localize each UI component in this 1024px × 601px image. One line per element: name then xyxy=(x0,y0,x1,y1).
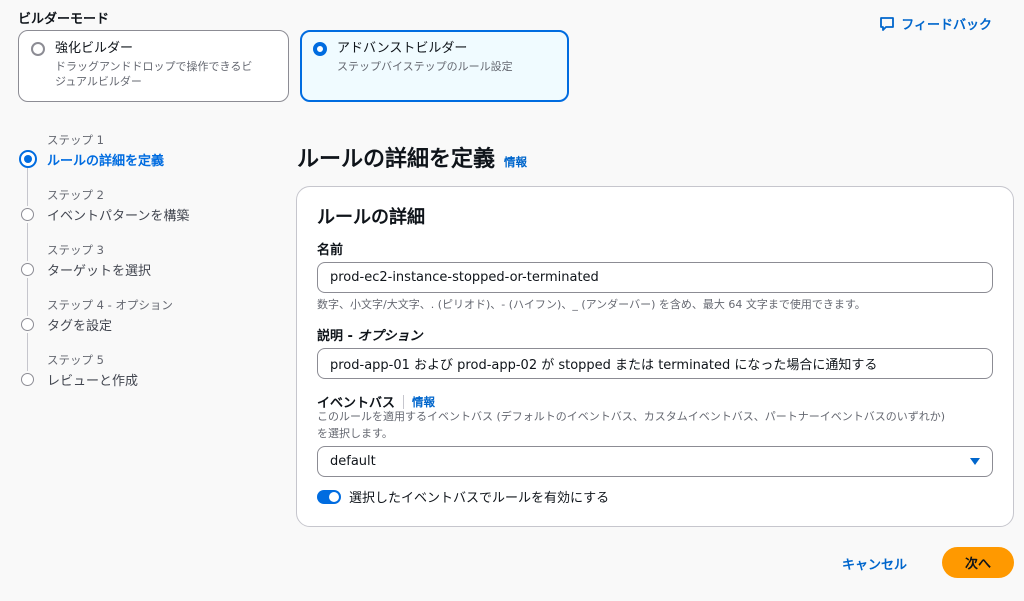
rule-details-panel: ルールの詳細 名前 prod-ec2-instance-stopped-or-t… xyxy=(296,186,1014,527)
enable-rule-label: 選択したイベントバスでルールを有効にする xyxy=(349,491,610,506)
page-title: ルールの詳細を定義 xyxy=(297,147,496,172)
step-label: ステップ 4 - オプション xyxy=(47,298,173,312)
description-input[interactable]: prod-app-01 および prod-app-02 が stopped また… xyxy=(317,348,993,379)
caret-down-icon xyxy=(970,458,980,465)
name-hint: 数字、小文字/大文字、. (ピリオド)、- (ハイフン)、_ (アンダーバー) … xyxy=(317,298,866,311)
page-header: ルールの詳細を定義 情報 xyxy=(297,141,527,173)
step-label: ステップ 5 xyxy=(47,353,104,367)
step-label: ステップ 2 xyxy=(47,188,104,202)
mode-option-desc-line2: ジュアルビルダー xyxy=(55,75,142,88)
radio-advanced-builder[interactable] xyxy=(313,42,327,56)
description-label: 説明 - オプション xyxy=(317,325,422,344)
enable-rule-row: 選択したイベントバスでルールを有効にする xyxy=(317,487,609,506)
name-input-value: prod-ec2-instance-stopped-or-terminated xyxy=(330,270,599,285)
feedback-icon xyxy=(880,16,895,31)
event-bus-hint-line1: このルールを適用するイベントバス (デフォルトのイベントバス、カスタムイベントバ… xyxy=(317,410,946,423)
step-name: ターゲットを選択 xyxy=(47,264,152,279)
step-pending-icon xyxy=(21,318,34,331)
mode-option-advanced-builder[interactable]: アドバンストビルダー ステップバイステップのルール設定 xyxy=(300,30,569,102)
step-name: タグを設定 xyxy=(47,319,113,334)
step-pending-icon xyxy=(21,373,34,386)
description-label-text: 説明 - xyxy=(317,329,358,344)
step-label: ステップ 1 xyxy=(47,133,104,147)
event-bus-hint-line2: を選択します。 xyxy=(317,427,393,440)
step-name: ルールの詳細を定義 xyxy=(47,154,165,169)
mode-option-desc-line1: ステップバイステップのルール設定 xyxy=(337,60,513,73)
description-optional-label: オプション xyxy=(357,329,423,344)
event-bus-select-value: default xyxy=(330,454,376,469)
name-input[interactable]: prod-ec2-instance-stopped-or-terminated xyxy=(317,262,993,293)
wizard-steps: ステップ 1 ルールの詳細を定義 ステップ 2 イベントパターンを構築 ステップ… xyxy=(18,132,268,407)
next-button[interactable]: 次へ xyxy=(942,547,1014,578)
step-4[interactable]: ステップ 4 - オプション タグを設定 xyxy=(18,297,268,371)
step-pending-icon xyxy=(21,263,34,276)
mode-option-desc-line1: ドラッグアンドドロップで操作できるビ xyxy=(55,60,253,73)
feedback-link[interactable]: フィードバック xyxy=(879,14,992,33)
enable-rule-toggle[interactable] xyxy=(317,489,341,504)
builder-mode-title: ビルダーモード xyxy=(18,12,110,27)
step-2[interactable]: ステップ 2 イベントパターンを構築 xyxy=(18,187,268,261)
event-bus-select[interactable]: default xyxy=(317,446,993,477)
step-label: ステップ 3 xyxy=(47,243,104,257)
panel-title: ルールの詳細 xyxy=(317,207,425,228)
description-input-value: prod-app-01 および prod-app-02 が stopped また… xyxy=(330,358,878,373)
radio-enhanced-builder[interactable] xyxy=(31,42,45,56)
mode-option-title: アドバンストビルダー xyxy=(337,41,468,56)
name-label: 名前 xyxy=(317,243,344,258)
step-name: イベントパターンを構築 xyxy=(47,209,190,224)
feedback-label: フィードバック xyxy=(901,18,992,33)
page-info-link[interactable]: 情報 xyxy=(504,154,527,170)
mode-option-title: 強化ビルダー xyxy=(55,41,134,56)
step-1[interactable]: ステップ 1 ルールの詳細を定義 xyxy=(18,132,268,206)
cancel-button[interactable]: キャンセル xyxy=(842,554,907,573)
step-5[interactable]: ステップ 5 レビューと作成 xyxy=(18,352,268,407)
step-pending-icon xyxy=(21,208,34,221)
label-divider xyxy=(403,394,405,409)
step-name: レビューと作成 xyxy=(47,374,139,389)
mode-option-enhanced-builder[interactable]: 強化ビルダー ドラッグアンドドロップで操作できるビ ジュアルビルダー xyxy=(18,30,289,102)
step-current-icon xyxy=(19,150,37,168)
step-3[interactable]: ステップ 3 ターゲットを選択 xyxy=(18,242,268,316)
event-bus-info-link[interactable]: 情報 xyxy=(412,394,435,410)
